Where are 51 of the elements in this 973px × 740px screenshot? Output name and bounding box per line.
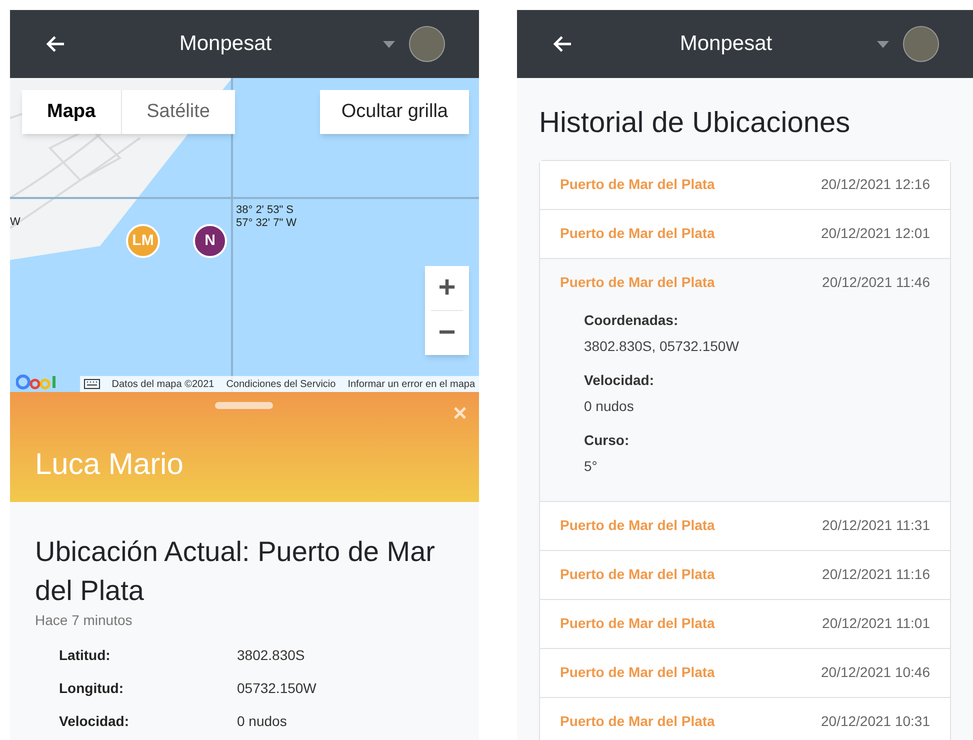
history-row[interactable]: Puerto de Mar del Plata 20/12/2021 11:16: [540, 550, 950, 598]
history-time: 20/12/2021 11:01: [822, 614, 930, 633]
detail-label: Latitud:: [59, 646, 112, 665]
detail-label: Coordenadas:: [584, 310, 680, 330]
history-time: 20/12/2021 12:01: [821, 224, 930, 243]
detail-value: 05732.150W: [237, 679, 316, 698]
history-time: 20/12/2021 11:46: [822, 273, 930, 292]
detail-label: Curso:: [584, 430, 630, 450]
dropdown-caret-icon[interactable]: [877, 40, 889, 48]
detail-value: 5°: [584, 456, 598, 476]
history-time: 20/12/2021 11:16: [822, 565, 930, 584]
grid-label: 38° 2' 53" S 57° 32' 7" W: [236, 204, 297, 230]
history-row[interactable]: Puerto de Mar del Plata 20/12/2021 12:01: [540, 210, 950, 258]
map-type-tab[interactable]: Satélite: [120, 90, 235, 134]
dropdown-caret-icon[interactable]: [383, 40, 395, 48]
history-time: 20/12/2021 12:16: [821, 175, 930, 194]
detail-label: Velocidad:: [59, 712, 130, 731]
map-footer-link[interactable]: Datos del mapa ©2021: [112, 376, 214, 392]
detail-value: 0 nudos: [584, 396, 635, 416]
map[interactable]: Mapa Satélite Ocultar grilla W 38° 2' 53" S 57° 32' 7" W LM N + − Datos del mapa ©2021 Condiciones del Servicio Informar un error en el mapa: [10, 78, 479, 392]
app-title: Monpesat: [178, 31, 273, 58]
avatar[interactable]: [903, 26, 939, 62]
history-row[interactable]: Puerto de Mar del Plata 20/12/2021 11:31: [540, 502, 950, 550]
location-heading: Ubicación Actual: Puerto de Mar del Plata: [35, 535, 436, 608]
keyboard-icon[interactable]: [84, 379, 100, 389]
zoom-out-button[interactable]: −: [425, 311, 469, 355]
history-row[interactable]: Puerto de Mar del Plata 20/12/2021 10:46: [540, 648, 950, 696]
map-marker[interactable]: N: [193, 224, 227, 258]
driver-name: Luca Mario: [35, 447, 184, 483]
time-ago: Hace 7 minutos: [35, 611, 134, 630]
detail-value: 3802.830S, 05732.150W: [584, 336, 740, 356]
avatar[interactable]: [409, 26, 445, 62]
app-title: Monpesat: [678, 31, 774, 58]
history-time: 20/12/2021 11:31: [822, 516, 930, 535]
detail-value: 3802.830S: [237, 646, 305, 665]
grid-toggle-button[interactable]: Ocultar grilla: [320, 90, 469, 134]
history-row[interactable]: Puerto de Mar del Plata 20/12/2021 12:16: [540, 160, 950, 208]
history-time: 20/12/2021 10:31: [821, 712, 930, 731]
map-type-tab[interactable]: Mapa: [22, 90, 121, 134]
drag-handle[interactable]: [215, 402, 273, 409]
history-row[interactable]: Puerto de Mar del Plata 20/12/2021 10:31: [540, 698, 950, 740]
detail-label: Velocidad:: [584, 370, 656, 390]
grid-label: W: [10, 215, 20, 230]
map-footer-link[interactable]: Informar un error en el mapa: [348, 376, 475, 392]
map-footer-link[interactable]: Condiciones del Servicio: [226, 376, 336, 392]
page-title: Historial de Ubicaciones: [539, 106, 852, 141]
detail-value: 0 nudos: [237, 712, 287, 731]
history-time: 20/12/2021 10:46: [821, 663, 930, 682]
detail-label: Longitud:: [59, 679, 125, 698]
history-row[interactable]: Puerto de Mar del Plata 20/12/2021 11:01: [540, 600, 950, 648]
zoom-in-button[interactable]: +: [425, 266, 469, 310]
